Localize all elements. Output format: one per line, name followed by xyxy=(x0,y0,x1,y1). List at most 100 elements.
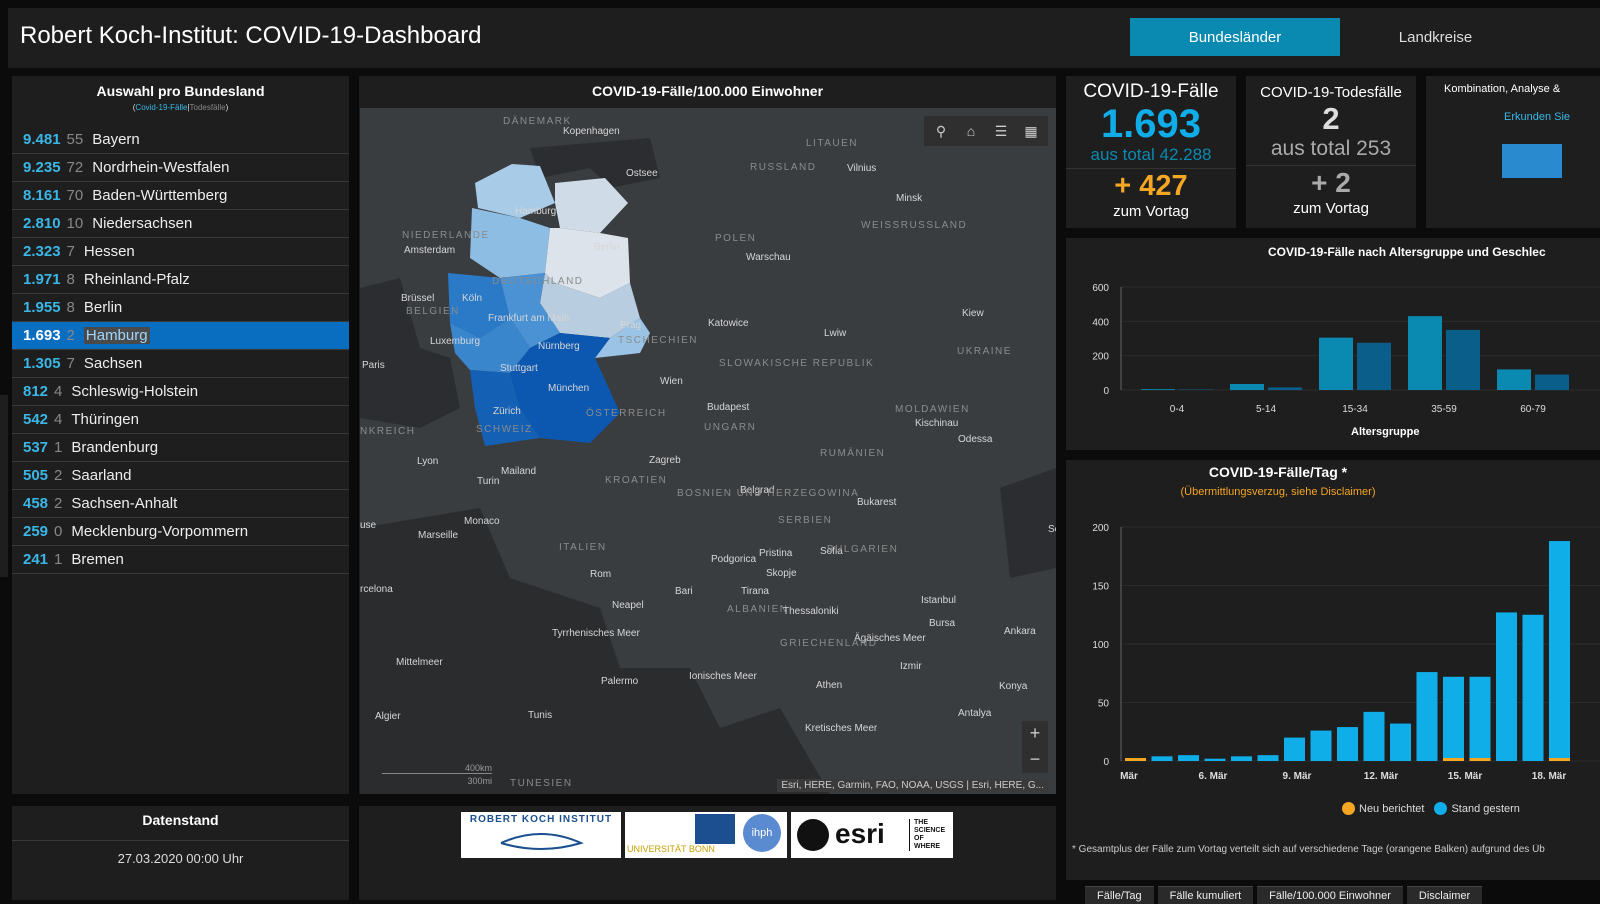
list-item[interactable]: 812 4 Schleswig-Holstein xyxy=(12,378,349,406)
map-label: TSCHECHIEN xyxy=(618,335,699,346)
zoom-out-button[interactable]: − xyxy=(1022,747,1048,773)
list-item[interactable]: 1.693 2 Hamburg xyxy=(12,322,349,350)
uni-bonn-logo: ihph UNIVERSITÄT BONN xyxy=(625,812,787,858)
x-tick-label: 60-79 xyxy=(1520,404,1546,415)
map-label: Kischinau xyxy=(915,418,959,429)
y-tick-label: 100 xyxy=(1092,640,1109,651)
list-item[interactable]: 2.323 7 Hessen xyxy=(12,238,349,266)
map-label: TUNESIEN xyxy=(510,778,573,789)
case-count: 458 xyxy=(23,495,49,512)
map-label: Paris xyxy=(362,360,385,371)
search-icon[interactable]: ⚲ xyxy=(930,120,952,142)
daily-bar-new xyxy=(1443,758,1464,761)
daily-bar xyxy=(1363,711,1385,761)
legend-prev-swatch xyxy=(1434,802,1448,815)
zoom-in-button[interactable]: + xyxy=(1022,721,1048,747)
map-label: POLEN xyxy=(715,233,757,244)
state-name: Schleswig-Holstein xyxy=(71,383,199,400)
age-chart-xlabel: Altersgruppe xyxy=(1351,426,1420,438)
state-name: Nordrhein-Westfalen xyxy=(92,159,230,176)
deaths-delta: + 2 xyxy=(1311,167,1351,198)
globe-icon xyxy=(797,819,829,851)
list-item[interactable]: 8.161 70 Baden-Württemberg xyxy=(12,182,349,210)
age-bar xyxy=(1319,337,1353,390)
list-item[interactable]: 458 2 Sachsen-Anhalt xyxy=(12,490,349,518)
x-tick-label: Mär xyxy=(1120,771,1138,782)
state-name: Bremen xyxy=(71,551,124,568)
list-item[interactable]: 259 0 Mecklenburg-Vorpommern xyxy=(12,518,349,546)
list-item[interactable]: 1.955 8 Berlin xyxy=(12,294,349,322)
x-tick-label: 12. Mär xyxy=(1364,771,1399,782)
app-thumbnail-icon[interactable] xyxy=(1502,144,1562,178)
state-name: Baden-Württemberg xyxy=(92,187,228,204)
daily-bar-new xyxy=(1125,758,1146,761)
map-label: Lyon xyxy=(417,456,439,467)
scale-mi: 300mi xyxy=(467,776,492,786)
death-count: 7 xyxy=(66,243,75,260)
list-item[interactable]: 537 1 Brandenburg xyxy=(12,434,349,462)
map-label: Istanbul xyxy=(921,595,957,606)
daily-bar xyxy=(1204,758,1226,761)
rki-logo-text: ROBERT KOCH INSTITUT xyxy=(469,814,613,825)
tab-faelle-kumuliert[interactable]: Fälle kumuliert xyxy=(1157,886,1254,904)
x-tick-label: 15-34 xyxy=(1342,404,1368,415)
death-count: 7 xyxy=(66,355,75,372)
tab-faelle-tag[interactable]: Fälle/Tag xyxy=(1085,886,1154,904)
list-item[interactable]: 9.481 55 Bayern xyxy=(12,126,349,154)
list-title: Auswahl pro Bundesland xyxy=(96,83,265,99)
case-count: 542 xyxy=(23,411,49,428)
daily-bar xyxy=(1178,755,1199,761)
datenstand-title: Datenstand xyxy=(142,812,219,828)
map-label: Berlin xyxy=(594,242,620,253)
legend-faelle: Covid-19-Fälle xyxy=(135,103,188,112)
map-label: BULGARIEN xyxy=(827,544,899,555)
list-item[interactable]: 241 1 Bremen xyxy=(12,546,349,574)
map-label: RUSSLAND xyxy=(750,162,817,173)
list-item[interactable]: 2.810 10 Niedersachsen xyxy=(12,210,349,238)
map-label: NIEDERLANDE xyxy=(402,230,490,241)
map-label: Schwa Mee xyxy=(1048,524,1056,535)
x-tick-label: 6. Mär xyxy=(1199,771,1228,782)
combo-link[interactable]: Erkunden Sie xyxy=(1504,111,1600,123)
map-label: Podgorica xyxy=(711,554,757,565)
map-label: Minsk xyxy=(896,193,923,204)
y-tick-label: 600 xyxy=(1092,283,1109,294)
map-view[interactable]: DÄNEMARK Kopenhagen Ostsee LITAUEN RUSSLAND V… xyxy=(360,108,1056,794)
case-count: 241 xyxy=(23,551,49,568)
list-item[interactable]: 9.235 72 Nordrhein-Westfalen xyxy=(12,154,349,182)
map-label: Bari xyxy=(675,586,693,597)
legend-prev-label: Stand gestern xyxy=(1451,802,1520,815)
landkreise-button[interactable]: Landkreise xyxy=(1348,18,1523,56)
esri-logo: esri THE SCIENCE OF WHERE xyxy=(791,812,953,858)
bundesland-list: 9.481 55 Bayern 9.235 72 Nordrhein-Westfalen 8… xyxy=(12,126,349,574)
esri-text: esri xyxy=(835,818,885,849)
state-name: Niedersachsen xyxy=(92,215,193,232)
list-item[interactable]: 1.305 7 Sachsen xyxy=(12,350,349,378)
bundeslaender-button[interactable]: Bundesländer xyxy=(1130,18,1340,56)
map-label: Mittelmeer xyxy=(396,657,443,668)
list-item[interactable]: 542 4 Thüringen xyxy=(12,406,349,434)
death-count: 70 xyxy=(66,187,84,204)
tab-disclaimer[interactable]: Disclaimer xyxy=(1406,886,1483,904)
daily-bar xyxy=(1284,737,1305,761)
grid-icon[interactable]: ▦ xyxy=(1020,120,1042,142)
map-label: Thessaloniki xyxy=(783,606,839,617)
daily-bar xyxy=(1151,756,1173,761)
list-item[interactable]: 1.971 8 Rheinland-Pfalz xyxy=(12,266,349,294)
state-name: Rheinland-Pfalz xyxy=(83,271,190,288)
map-label: Algier xyxy=(375,711,401,722)
map-label: rcelona xyxy=(360,584,393,595)
map-label: Neapel xyxy=(612,600,644,611)
daily-bar xyxy=(1310,730,1332,761)
list-item[interactable]: 505 2 Saarland xyxy=(12,462,349,490)
map-label: ITALIEN xyxy=(559,542,607,553)
home-icon[interactable]: ⌂ xyxy=(960,120,982,142)
combo-panel: Kombination, Analyse & Erkunden Sie xyxy=(1426,76,1600,228)
daily-bar xyxy=(1496,612,1517,761)
death-count: 8 xyxy=(66,299,75,316)
list-icon[interactable]: ☰ xyxy=(990,120,1012,142)
side-handle[interactable] xyxy=(0,395,8,577)
tab-faelle-100k[interactable]: Fälle/100.000 Einwohner xyxy=(1257,886,1403,904)
daily-legend: Neu berichtet Stand gestern xyxy=(1342,802,1520,815)
map-basemap xyxy=(360,108,1056,794)
